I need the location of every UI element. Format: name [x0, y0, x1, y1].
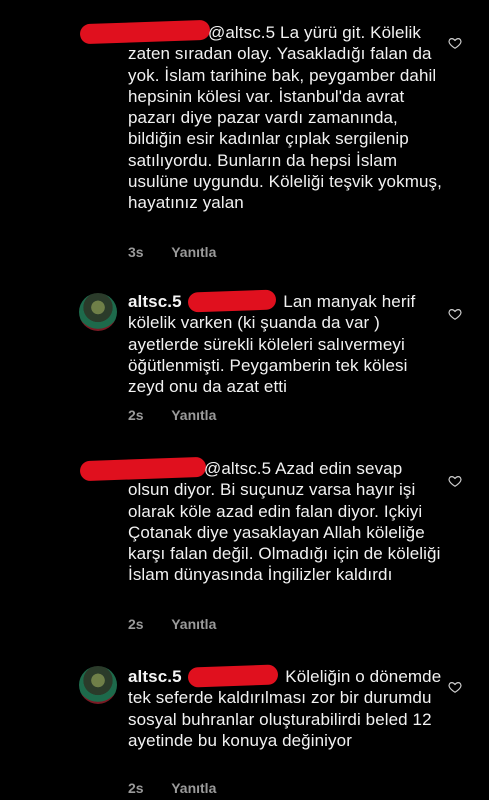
comment-body: altsc.5 Lan manyak herif kölelik varken …	[128, 291, 446, 397]
timestamp: 3s	[128, 244, 144, 260]
reply-button[interactable]: Yanıtla	[171, 780, 216, 796]
reply-button[interactable]: Yanıtla	[171, 407, 216, 423]
comment-meta: 2s Yanıtla	[128, 780, 240, 796]
comment-body: @altsc.5 Azad edin sevap olsun diyor. Bi…	[128, 458, 446, 586]
timestamp: 2s	[128, 616, 144, 632]
like-button[interactable]	[448, 680, 462, 694]
heart-outline-icon	[448, 476, 462, 487]
comment-meta: 3s Yanıtla	[128, 244, 240, 260]
username[interactable]: altsc.5	[128, 667, 182, 686]
reply-button[interactable]: Yanıtla	[171, 244, 216, 260]
comment-body: @altsc.5 La yürü git. Kölelik zaten sıra…	[128, 22, 446, 214]
comment-meta: 2s Yanıtla	[128, 407, 240, 423]
like-button[interactable]	[448, 307, 462, 321]
heart-outline-icon	[448, 38, 462, 49]
user-avatar[interactable]	[79, 666, 117, 704]
like-button[interactable]	[448, 36, 462, 50]
comment-body: altsc.5 Köleliğin o dönemde tek seferde …	[128, 666, 446, 751]
mention-link[interactable]: @altsc.5	[204, 459, 271, 478]
heart-outline-icon	[448, 309, 462, 320]
reply-button[interactable]: Yanıtla	[171, 616, 216, 632]
comment-text: Azad edin sevap olsun diyor. Bi suçunuz …	[128, 459, 441, 585]
mention-link[interactable]: @altsc.5	[208, 23, 275, 42]
username[interactable]: altsc.5	[128, 292, 182, 311]
comment-meta: 2s Yanıtla	[128, 616, 240, 632]
comment-text: La yürü git. Kölelik zaten sıradan olay.…	[128, 23, 442, 213]
like-button[interactable]	[448, 474, 462, 488]
user-avatar[interactable]	[79, 293, 117, 331]
timestamp: 2s	[128, 407, 144, 423]
heart-outline-icon	[448, 682, 462, 693]
timestamp: 2s	[128, 780, 144, 796]
